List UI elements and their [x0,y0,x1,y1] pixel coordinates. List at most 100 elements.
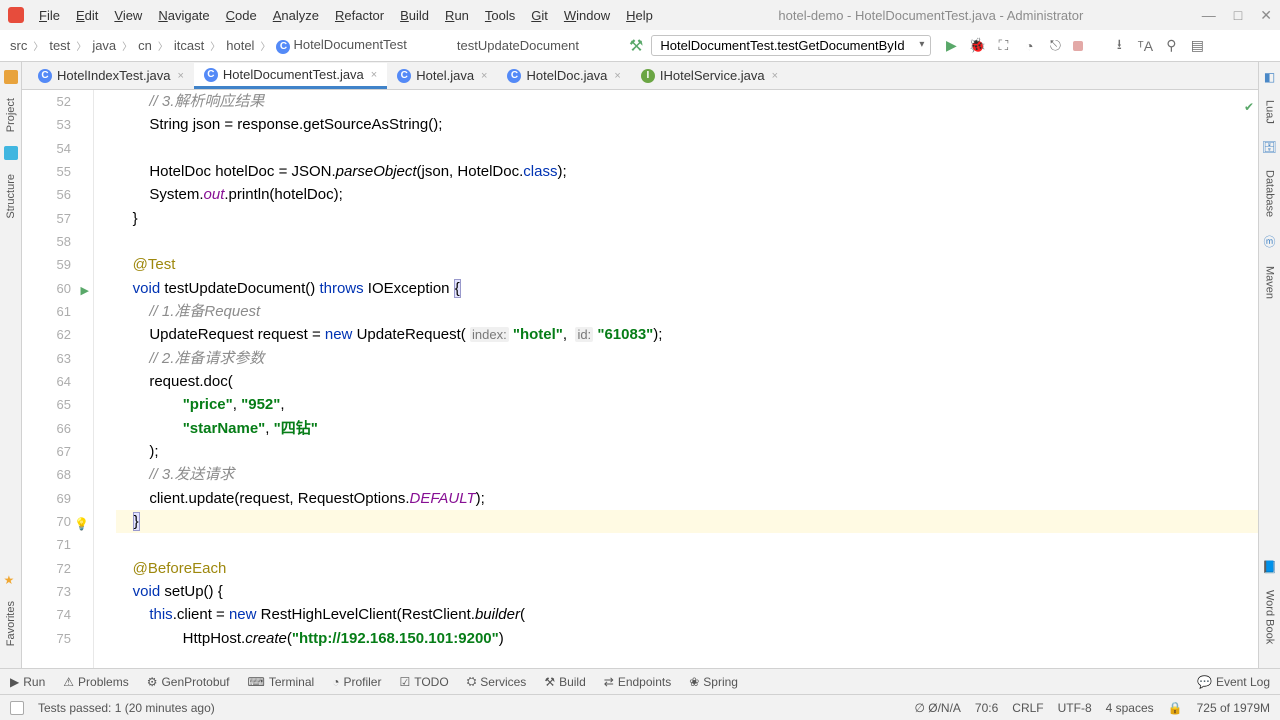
intention-bulb-icon[interactable]: 💡 [74,513,89,536]
status-tests: Tests passed: 1 (20 minutes ago) [38,701,215,715]
tool-todo[interactable]: ☑TODO [399,675,448,689]
wordbook-tool-button[interactable]: Word Book [1264,586,1276,648]
database-tool-button[interactable]: Database [1264,166,1276,221]
run-toolbar: ▶ 🐞 ⛶ ◔ ⎋ ⭳ ᵀA ⚲ ▤ [943,38,1205,54]
menu-navigate[interactable]: Navigate [151,6,216,25]
tab-hotel-java[interactable]: CHotel.java× [387,64,497,89]
profile-button[interactable]: ◔ [1021,38,1037,54]
search-everywhere-icon[interactable]: ⚲ [1163,38,1179,54]
status-encoding[interactable]: UTF-8 [1058,701,1092,715]
close-tab-icon[interactable]: × [614,70,620,82]
maximize-button[interactable]: □ [1234,7,1242,24]
breadcrumb-itcast[interactable]: itcast [170,36,208,55]
tool-terminal[interactable]: ⌨Terminal [248,675,315,689]
tool-services[interactable]: ⛭Services [467,674,527,689]
tool-genprotobuf[interactable]: ⚙GenProtobuf [147,675,230,689]
tool-profiler[interactable]: ◔Profiler [332,675,381,689]
breadcrumb-method[interactable]: testUpdateDocument [449,38,587,53]
tab-hoteldoc-java[interactable]: CHotelDoc.java× [497,64,630,89]
tab-hotelindextest-java[interactable]: CHotelIndexTest.java× [28,64,194,89]
file-icon: I [641,69,655,83]
tab-ihotelservice-java[interactable]: I IHotelService.java × [631,64,788,89]
inspection-ok-icon[interactable]: ✔ [1244,100,1254,114]
wordbook-icon[interactable]: 📘 [1262,560,1277,574]
menu-window[interactable]: Window [557,6,617,25]
status-indent[interactable]: 4 spaces [1106,701,1154,715]
menu-view[interactable]: View [107,6,149,25]
project-tool-button[interactable]: Project [5,92,17,138]
status-gc[interactable]: ∅ Ø/N/A [914,701,960,715]
status-bar: Tests passed: 1 (20 minutes ago) ∅ Ø/N/A… [0,694,1280,720]
tool-problems[interactable]: ⚠Problems [63,675,128,689]
menu-edit[interactable]: Edit [69,6,105,25]
navigation-bar: src〉test〉java〉cn〉itcast〉hotel〉CHotelDocu… [0,30,1280,62]
lock-icon[interactable]: 🔒 [1168,701,1183,715]
run-gutter-icon[interactable]: ▶ [81,280,89,303]
gutter[interactable]: 525354555657585960▶61626364656667686970💡… [22,90,94,668]
file-icon: C [204,68,218,82]
left-tool-strip: Project Structure ★ Favorites [0,62,22,668]
menu-help[interactable]: Help [619,6,660,25]
tab-label: Hotel.java [416,68,474,83]
tab-label: IHotelService.java [660,68,765,83]
attach-button[interactable]: ⎋ [1047,38,1063,54]
tool-spring[interactable]: ❀Spring [689,675,738,689]
code-area[interactable]: // 3.解析响应结果 String json = response.getSo… [94,90,1258,668]
build-icon[interactable]: ⚒ [629,36,643,56]
problems-icon: ⚠ [63,675,74,689]
tool-endpoints[interactable]: ⇄Endpoints [604,675,671,689]
minimize-button[interactable]: — [1202,7,1216,24]
breadcrumb-cn[interactable]: cn [134,36,156,55]
luaj-icon[interactable]: ◧ [1264,70,1275,84]
editor-tabs: CHotelIndexTest.java×CHotelDocumentTest.… [22,62,1258,90]
status-line-separator[interactable]: CRLF [1012,701,1043,715]
favorites-tool-button[interactable]: Favorites [5,595,17,652]
menu-tools[interactable]: Tools [478,6,522,25]
translate-icon[interactable]: ᵀA [1137,38,1153,54]
project-tool-icon[interactable] [4,70,18,84]
settings-icon[interactable]: ▤ [1189,38,1205,54]
structure-tool-icon[interactable] [4,146,18,160]
window-title: hotel-demo - HotelDocumentTest.java - Ad… [660,8,1202,23]
menu-git[interactable]: Git [524,6,555,25]
git-update-icon[interactable]: ⭳ [1111,38,1127,54]
menu-file[interactable]: File [32,6,67,25]
breadcrumb-src[interactable]: src [6,36,31,55]
menu-build[interactable]: Build [393,6,436,25]
luaj-tool-button[interactable]: LuaJ [1264,96,1276,128]
bottom-tool-bar: ▶Run ⚠Problems ⚙GenProtobuf ⌨Terminal ◔Profi… [0,668,1280,694]
menu-analyze[interactable]: Analyze [266,6,326,25]
menu-code[interactable]: Code [219,6,264,25]
structure-tool-button[interactable]: Structure [5,168,17,225]
breadcrumb-HotelDocumentTest[interactable]: CHotelDocumentTest [272,35,410,56]
debug-button[interactable]: 🐞 [969,38,985,54]
build-icon: ⚒ [544,675,555,689]
tool-build[interactable]: ⚒Build [544,675,585,689]
close-tab-icon[interactable]: × [481,70,487,82]
breadcrumb-hotel[interactable]: hotel [222,36,258,55]
favorites-tool-icon[interactable]: ★ [4,573,18,587]
close-tab-icon[interactable]: × [371,69,377,81]
messages-icon[interactable] [10,701,24,715]
menu-refactor[interactable]: Refactor [328,6,391,25]
menu-run[interactable]: Run [438,6,476,25]
tool-run[interactable]: ▶Run [10,675,45,689]
run-button[interactable]: ▶ [943,38,959,54]
todo-icon: ☑ [399,675,410,689]
terminal-icon: ⌨ [248,675,265,689]
maven-icon[interactable]: ⓜ [1263,233,1275,250]
run-configuration-dropdown[interactable]: HotelDocumentTest.testGetDocumentById [651,35,931,56]
stop-button[interactable] [1073,41,1083,51]
database-icon[interactable]: 🗄 [1262,140,1277,154]
status-caret-position[interactable]: 70:6 [975,701,998,715]
breadcrumb-java[interactable]: java [88,36,120,55]
event-log-button[interactable]: 💬Event Log [1197,675,1270,689]
close-button[interactable]: ✕ [1260,7,1272,24]
close-tab-icon[interactable]: × [772,70,778,82]
close-tab-icon[interactable]: × [177,70,183,82]
maven-tool-button[interactable]: Maven [1264,262,1276,303]
breadcrumb-test[interactable]: test [45,36,74,55]
tab-hoteldocumenttest-java[interactable]: CHotelDocumentTest.java× [194,63,387,89]
status-memory[interactable]: 725 of 1979M [1197,701,1270,715]
coverage-button[interactable]: ⛶ [995,38,1011,54]
